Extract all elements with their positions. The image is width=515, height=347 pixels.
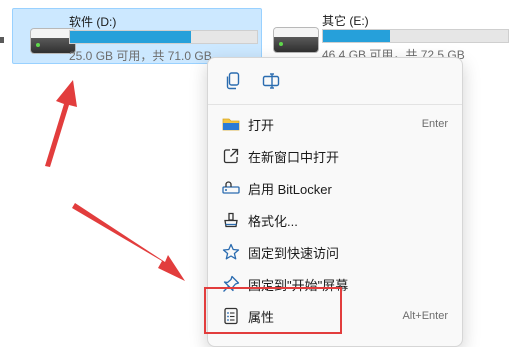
annotation-arrows bbox=[45, 80, 185, 281]
arrow-to-drive-d bbox=[45, 80, 77, 167]
arrow-to-properties bbox=[72, 203, 185, 281]
